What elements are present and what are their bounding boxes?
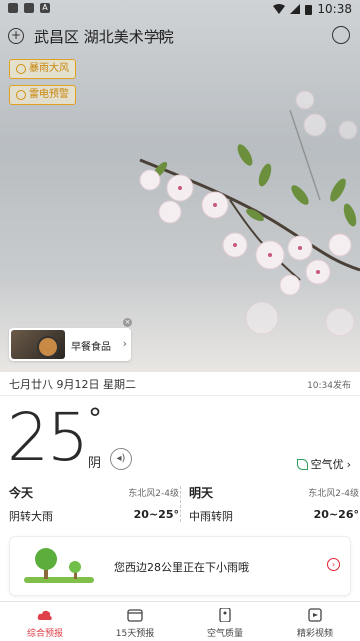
current-temperature: 25: [7, 399, 89, 476]
air-quality-label: 空气优: [310, 458, 344, 471]
ad-card[interactable]: 早餐食品 ›: [9, 328, 131, 361]
current-condition: 阴: [88, 456, 102, 471]
alert-icon: [16, 64, 26, 74]
location-pin-icon: ⊙: [156, 29, 166, 42]
day-range: 20~26°: [313, 508, 359, 521]
degree-symbol: °: [88, 402, 102, 435]
notification-icon: [8, 3, 18, 13]
chevron-right-icon: ›: [346, 457, 351, 471]
tab-forecast[interactable]: 综合预报: [0, 602, 90, 641]
gallery-icon: [24, 3, 34, 13]
tomorrow-forecast[interactable]: 明天 东北风2-4级 中雨转阴 20~26°: [189, 484, 359, 528]
chevron-right-icon: ›: [327, 558, 340, 571]
calendar-icon: [127, 609, 143, 622]
text-notification-icon: A: [40, 3, 50, 13]
ad-close-icon[interactable]: ×: [123, 318, 132, 327]
clock: 10:38: [317, 2, 352, 16]
status-bar: A 10:38: [0, 0, 360, 18]
location-header: + 武昌区 湖北美术学院 ⊙: [0, 26, 360, 48]
today-forecast[interactable]: 今天 东北风2-4级 阴转大雨 20~25°: [9, 484, 179, 528]
day-wind: 东北风2-4级: [128, 489, 179, 499]
ad-label: 早餐食品: [71, 342, 111, 353]
alert-label: 雷电预警: [29, 89, 69, 100]
day-condition: 阴转大雨: [9, 510, 53, 523]
weather-panel: 七月廿八 9月12日 星期二 10:34发布 25 ° 阴 ◂) 空气优 › 今…: [0, 372, 360, 597]
divider: [0, 395, 360, 396]
chevron-right-icon: ›: [122, 337, 127, 350]
rain-notice-text: 您西边28公里正在下小雨哦: [114, 561, 249, 574]
alert-icon: [16, 90, 26, 100]
divider: [180, 486, 182, 522]
wifi-icon: [273, 4, 286, 14]
day-condition: 中雨转阴: [189, 510, 233, 523]
video-icon: [308, 608, 322, 622]
date-line: 七月廿八 9月12日 星期二: [9, 378, 136, 391]
alert-label: 暴雨大风: [29, 63, 69, 74]
tab-label: 15天预报: [115, 629, 155, 639]
leaf-icon: [296, 458, 308, 470]
air-quality-link[interactable]: 空气优 ›: [296, 456, 351, 472]
bottom-nav: 综合预报 15天预报 空气质量 精彩视频: [0, 601, 360, 641]
hero-background: [0, 0, 360, 372]
day-title: 今天: [9, 486, 34, 500]
air-quality-icon: [219, 608, 231, 622]
rain-notice-card[interactable]: 您西边28公里正在下小雨哦 ›: [9, 536, 351, 596]
tree-icon: [24, 548, 94, 583]
location-name[interactable]: 武昌区 湖北美术学院: [34, 26, 174, 47]
cloud-icon: [37, 610, 52, 620]
battery-icon: [305, 4, 313, 15]
tab-label: 精彩视频: [296, 629, 333, 639]
tab-video[interactable]: 精彩视频: [270, 602, 360, 641]
tab-15-day[interactable]: 15天预报: [90, 602, 180, 641]
alert-badge-lightning[interactable]: 雷电预警: [9, 85, 76, 105]
add-city-icon[interactable]: +: [8, 28, 24, 44]
publish-time: 10:34发布: [307, 381, 351, 391]
day-wind: 东北风2-4级: [308, 489, 359, 499]
ad-image: [11, 330, 65, 359]
tab-label: 空气质量: [206, 629, 243, 639]
alert-badge-rainstorm[interactable]: 暴雨大风: [9, 59, 76, 79]
day-title: 明天: [189, 486, 214, 500]
signal-icon: [290, 4, 301, 14]
cherry-blossom-image: [139, 90, 360, 337]
share-icon[interactable]: [332, 26, 350, 44]
tab-air-quality[interactable]: 空气质量: [180, 602, 270, 641]
speaker-icon[interactable]: ◂): [110, 448, 132, 470]
tab-label: 综合预报: [26, 629, 63, 639]
day-range: 20~25°: [133, 508, 179, 521]
